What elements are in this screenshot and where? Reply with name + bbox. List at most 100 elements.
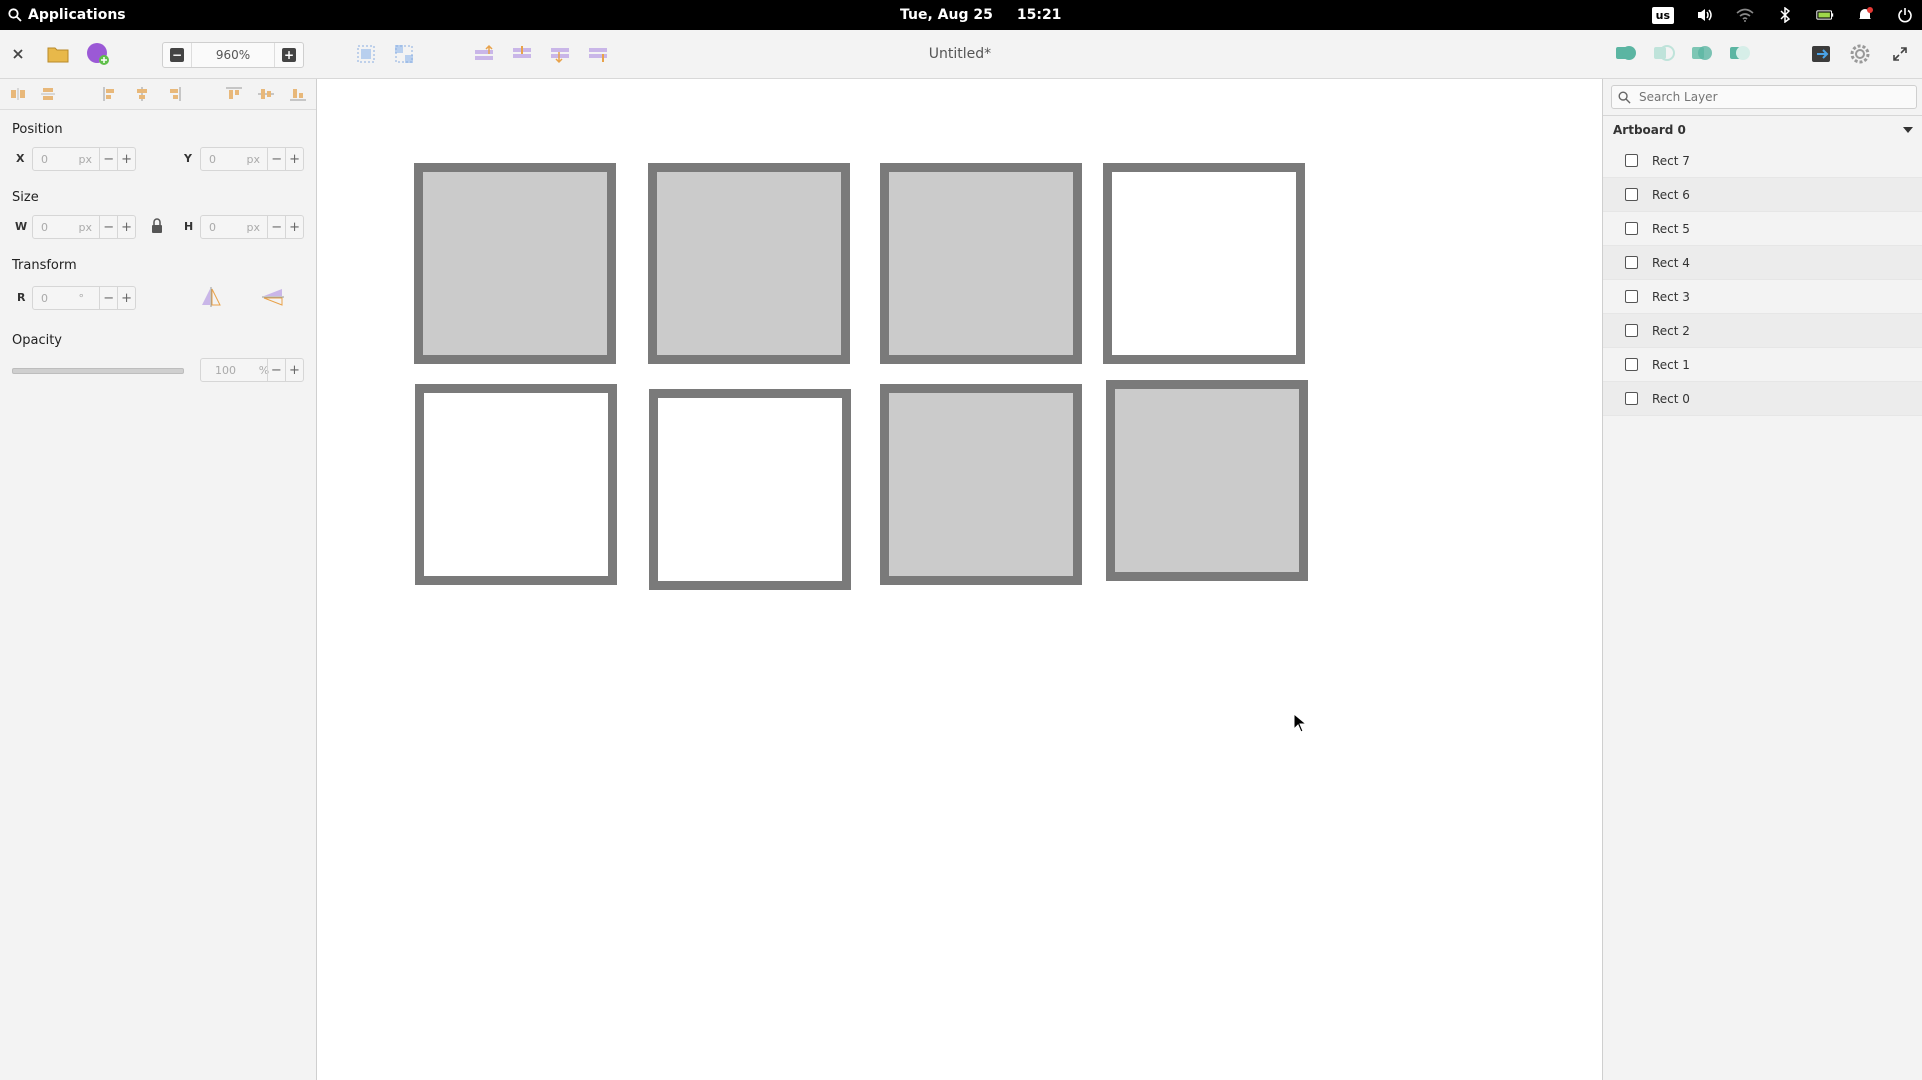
y-increment-button[interactable]: +	[285, 148, 303, 170]
layer-item[interactable]: Rect 3	[1603, 280, 1922, 314]
layer-item[interactable]: Rect 0	[1603, 382, 1922, 416]
layer-item[interactable]: Rect 5	[1603, 212, 1922, 246]
canvas[interactable]	[317, 79, 1601, 1080]
export-button[interactable]	[1810, 42, 1834, 66]
height-field[interactable]: 0 px − +	[200, 215, 304, 239]
search-icon	[1618, 91, 1631, 104]
boolean-union-button[interactable]	[1614, 42, 1638, 66]
layer-checkbox[interactable]	[1625, 358, 1638, 371]
rect-shape[interactable]	[414, 163, 616, 364]
layer-item[interactable]: Rect 2	[1603, 314, 1922, 348]
rect-shape[interactable]	[1103, 163, 1305, 364]
opacity-decrement-button[interactable]: −	[266, 359, 285, 381]
header-toolbar: − 960% + Untitled*	[0, 30, 1922, 79]
r-decrement-button[interactable]: −	[99, 287, 117, 309]
h-increment-button[interactable]: +	[285, 216, 303, 238]
boolean-intersect-button[interactable]	[1690, 42, 1714, 66]
layer-checkbox[interactable]	[1625, 154, 1638, 167]
x-increment-button[interactable]: +	[117, 148, 135, 170]
close-button[interactable]	[6, 42, 30, 66]
raise-to-top-button[interactable]	[510, 42, 534, 66]
layer-checkbox[interactable]	[1625, 256, 1638, 269]
zoom-out-button[interactable]: −	[163, 43, 191, 67]
layer-checkbox[interactable]	[1625, 324, 1638, 337]
minus-icon: −	[170, 48, 184, 62]
applications-menu[interactable]: Applications	[8, 0, 126, 30]
lock-ratio-icon[interactable]	[150, 218, 164, 234]
rect-shape[interactable]	[1106, 380, 1308, 581]
y-field[interactable]: 0 px − +	[200, 147, 304, 171]
align-left-icon[interactable]	[102, 87, 118, 101]
x-unit: px	[78, 152, 93, 166]
search-layer-input[interactable]	[1637, 89, 1911, 105]
y-unit: px	[246, 152, 261, 166]
align-middle-icon[interactable]	[258, 87, 274, 101]
boolean-subtract-button[interactable]	[1652, 42, 1676, 66]
zoom-value[interactable]: 960%	[191, 43, 275, 67]
opacity-slider[interactable]	[12, 368, 184, 374]
opacity-increment-button[interactable]: +	[284, 359, 303, 381]
open-file-button[interactable]	[46, 42, 70, 66]
y-decrement-button[interactable]: −	[267, 148, 285, 170]
zoom-control: − 960% +	[162, 42, 304, 68]
layer-checkbox[interactable]	[1625, 290, 1638, 303]
align-center-icon[interactable]	[134, 87, 150, 101]
flip-vertical-icon[interactable]	[262, 287, 284, 307]
x-field[interactable]: 0 px − +	[32, 147, 136, 171]
raise-selection-button[interactable]	[472, 42, 496, 66]
w-decrement-button[interactable]: −	[99, 216, 117, 238]
bluetooth-icon[interactable]	[1776, 6, 1794, 24]
layer-checkbox[interactable]	[1625, 222, 1638, 235]
distribute-horizontal-icon[interactable]	[10, 87, 26, 101]
layers-panel: Artboard 0 Rect 7 Rect 6 Rect 5 Rect 4 R…	[1602, 79, 1922, 1080]
rect-shape[interactable]	[415, 384, 617, 585]
w-increment-button[interactable]: +	[117, 216, 135, 238]
keyboard-layout-indicator[interactable]: us	[1651, 6, 1674, 24]
mouse-pointer-icon	[1293, 713, 1307, 733]
w-unit: px	[78, 220, 93, 234]
layer-item[interactable]: Rect 7	[1603, 144, 1922, 178]
align-bottom-icon[interactable]	[290, 87, 306, 101]
r-increment-button[interactable]: +	[117, 287, 135, 309]
distribute-vertical-icon[interactable]	[40, 87, 56, 101]
power-icon[interactable]	[1896, 6, 1914, 24]
lower-to-bottom-button[interactable]	[586, 42, 610, 66]
volume-icon[interactable]	[1696, 6, 1714, 24]
group-button[interactable]	[354, 42, 378, 66]
artboard-header[interactable]: Artboard 0	[1603, 115, 1922, 145]
notifications-icon[interactable]	[1856, 6, 1874, 24]
close-icon	[13, 49, 23, 59]
fullscreen-button[interactable]	[1888, 42, 1912, 66]
rect-shape[interactable]	[648, 163, 850, 364]
chevron-down-icon[interactable]	[1903, 127, 1913, 133]
lower-selection-button[interactable]	[548, 42, 572, 66]
x-decrement-button[interactable]: −	[99, 148, 117, 170]
zoom-in-button[interactable]: +	[275, 43, 303, 67]
flip-horizontal-icon[interactable]	[200, 287, 222, 307]
battery-icon[interactable]	[1816, 6, 1834, 24]
rect-shape[interactable]	[880, 163, 1082, 364]
layer-item[interactable]: Rect 1	[1603, 348, 1922, 382]
align-right-icon[interactable]	[166, 87, 182, 101]
preferences-button[interactable]	[1848, 42, 1872, 66]
layer-checkbox[interactable]	[1625, 188, 1638, 201]
ungroup-button[interactable]	[392, 42, 416, 66]
clock[interactable]: Tue, Aug 25 15:21	[900, 0, 1061, 30]
width-field[interactable]: 0 px − +	[32, 215, 136, 239]
layer-checkbox[interactable]	[1625, 392, 1638, 405]
new-artboard-button[interactable]	[86, 42, 110, 66]
opacity-value: 100	[215, 363, 236, 377]
layer-item[interactable]: Rect 6	[1603, 178, 1922, 212]
layer-item[interactable]: Rect 4	[1603, 246, 1922, 280]
search-layer-box[interactable]	[1611, 85, 1917, 109]
align-top-icon[interactable]	[226, 87, 242, 101]
rect-shape[interactable]	[649, 389, 851, 590]
boolean-exclude-button[interactable]	[1728, 42, 1752, 66]
h-decrement-button[interactable]: −	[267, 216, 285, 238]
wifi-icon[interactable]	[1736, 6, 1754, 24]
rotation-field[interactable]: 0 ° − +	[32, 286, 136, 310]
date-label: Tue, Aug 25	[900, 7, 993, 23]
rect-shape[interactable]	[880, 384, 1082, 585]
opacity-field[interactable]: 100% − +	[200, 358, 304, 382]
layer-name: Rect 5	[1652, 221, 1690, 236]
